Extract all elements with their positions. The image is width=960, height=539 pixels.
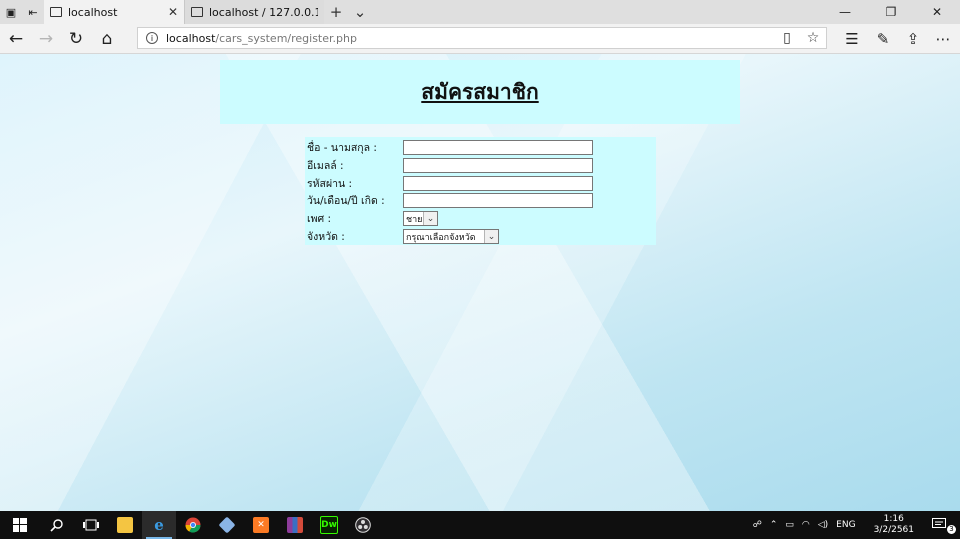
- email-label: อีเมลล์ :: [307, 160, 344, 172]
- reading-view-icon[interactable]: ▯: [774, 30, 800, 46]
- search-icon[interactable]: [40, 511, 74, 539]
- chrome-icon[interactable]: [176, 511, 210, 539]
- password-label: รหัสผ่าน :: [307, 178, 353, 190]
- people-icon[interactable]: ☍: [749, 520, 766, 530]
- fullname-input[interactable]: [403, 140, 593, 155]
- web-note-icon[interactable]: ✎: [868, 27, 898, 51]
- favorites-hub-icon[interactable]: ☰: [837, 27, 867, 51]
- tab-localhost[interactable]: localhost ✕: [44, 0, 184, 24]
- gender-select[interactable]: ชาย ⌄: [403, 211, 438, 226]
- tab-phpmyadmin[interactable]: localhost / 127.0.0.1 / cars /: [184, 0, 324, 24]
- xampp-icon[interactable]: ✕: [244, 511, 278, 539]
- gender-label: เพศ :: [307, 213, 332, 225]
- province-label: จังหวัด :: [307, 231, 345, 243]
- clock-date: 3/2/2561: [873, 525, 914, 535]
- home-icon[interactable]: ⌂: [93, 27, 121, 51]
- page-title: สมัครสมาชิก: [421, 79, 539, 104]
- close-tab-icon[interactable]: ✕: [168, 5, 178, 19]
- minimize-icon[interactable]: —: [822, 0, 868, 24]
- start-windows-icon[interactable]: [0, 511, 40, 539]
- page-icon: [50, 7, 62, 17]
- info-icon[interactable]: i: [146, 32, 158, 44]
- tab-label: localhost / 127.0.0.1 / cars /: [209, 5, 318, 19]
- file-explorer-icon[interactable]: [108, 511, 142, 539]
- windows-taskbar: e ✕ Dw ☍ ⌃ ▭ ◠ ◁) ENG 1:16 3/2/2561 3: [0, 511, 960, 539]
- action-center-icon[interactable]: 3: [928, 517, 960, 534]
- share-icon[interactable]: ⇪: [898, 27, 928, 51]
- winrar-icon[interactable]: [278, 511, 312, 539]
- wifi-icon[interactable]: ◠: [798, 520, 814, 530]
- task-view-icon[interactable]: [74, 511, 108, 539]
- chevron-up-icon[interactable]: ⌃: [766, 520, 782, 530]
- system-tray: ☍ ⌃ ▭ ◠ ◁) ENG 1:16 3/2/2561 3: [749, 514, 960, 536]
- tab-label: localhost: [68, 5, 118, 19]
- register-form: ชื่อ - นามสกุล : อีเมลล์ : รหัสผ่าน : วั…: [305, 137, 656, 245]
- more-icon[interactable]: ⋯: [928, 27, 958, 51]
- language-indicator[interactable]: ENG: [832, 520, 859, 530]
- page-background: สมัครสมาชิก ชื่อ - นามสกุล : อีเมลล์ : ร…: [0, 54, 960, 511]
- favorite-star-icon[interactable]: ☆: [800, 30, 826, 46]
- chevron-down-icon: ⌄: [484, 230, 498, 243]
- battery-icon[interactable]: ▭: [781, 520, 798, 530]
- clock[interactable]: 1:16 3/2/2561: [860, 514, 928, 536]
- edge-icon[interactable]: e: [142, 511, 176, 539]
- dreamweaver-label: Dw: [320, 516, 338, 534]
- forward-icon[interactable]: →: [32, 27, 60, 51]
- title-banner: สมัครสมาชิก: [220, 60, 740, 124]
- back-icon[interactable]: ←: [2, 27, 30, 51]
- url-path: /cars_system/register.php: [215, 31, 357, 45]
- navigation-bar: ← → ↻ ⌂ i localhost /cars_system/registe…: [0, 24, 960, 54]
- email-input[interactable]: [403, 158, 593, 173]
- fullname-label: ชื่อ - นามสกุล :: [307, 142, 377, 154]
- virtualbox-icon[interactable]: [210, 511, 244, 539]
- set-aside-tabs-icon[interactable]: ⇤: [22, 0, 44, 24]
- province-selected-value: กรุณาเลือกจังหวัด: [406, 232, 476, 243]
- clock-time: 1:16: [883, 514, 904, 524]
- province-select[interactable]: กรุณาเลือกจังหวัด ⌄: [403, 229, 499, 244]
- gender-selected-value: ชาย: [406, 214, 423, 225]
- birthdate-label: วัน/เดือน/ปี เกิด :: [307, 195, 385, 207]
- notification-count-badge: 3: [947, 524, 956, 534]
- tab-strip: ▣ ⇤ localhost ✕ localhost / 127.0.0.1 / …: [0, 0, 960, 24]
- close-window-icon[interactable]: ✕: [914, 0, 960, 24]
- address-bar[interactable]: i localhost /cars_system/register.php ▯ …: [137, 27, 827, 49]
- password-input[interactable]: [403, 176, 593, 191]
- volume-icon[interactable]: ◁): [814, 520, 832, 530]
- url-host: localhost: [166, 31, 216, 45]
- dreamweaver-icon[interactable]: Dw: [312, 511, 346, 539]
- new-tab-icon[interactable]: +: [324, 0, 348, 24]
- page-icon: [191, 7, 203, 17]
- restore-icon[interactable]: ❐: [868, 0, 914, 24]
- birthdate-input[interactable]: [403, 193, 593, 208]
- tab-preview-icon[interactable]: ▣: [0, 0, 22, 24]
- obs-icon[interactable]: [346, 511, 380, 539]
- chevron-down-icon[interactable]: ⌄: [348, 0, 372, 24]
- refresh-icon[interactable]: ↻: [62, 27, 90, 51]
- chevron-down-icon: ⌄: [423, 212, 437, 225]
